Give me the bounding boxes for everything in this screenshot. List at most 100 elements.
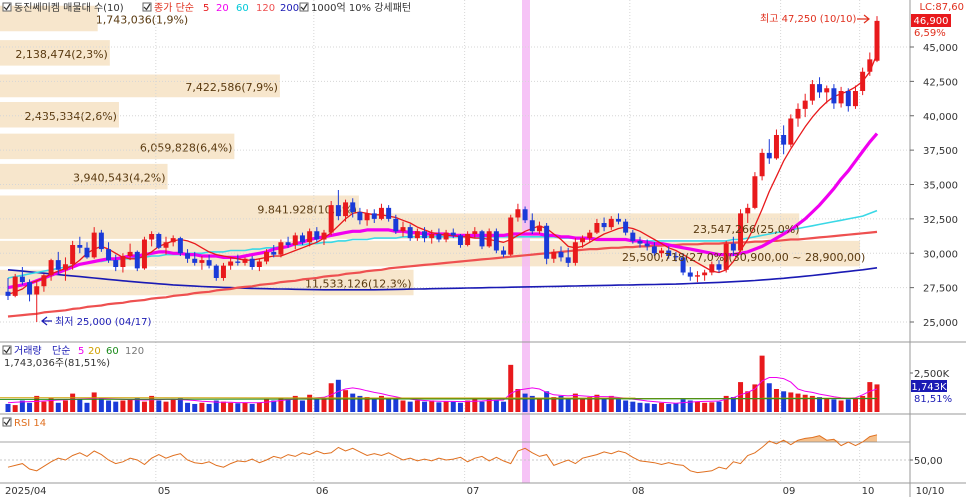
volume-last-value: 1,743,036주(81,51%) [4, 358, 110, 369]
price-axis: 45,000 42,500 40,000 37,500 35,000 32,500 30,0… [910, 43, 958, 329]
price-tick-label: 40,000 [923, 112, 958, 123]
candle-body [572, 242, 578, 263]
volume-bar [177, 398, 183, 412]
volume-bar [314, 399, 320, 412]
candle-body [781, 135, 787, 145]
volume-bar [62, 400, 68, 412]
candle-body [256, 261, 262, 267]
candle-body [752, 176, 758, 208]
candle-body [465, 234, 471, 245]
candle-body [285, 242, 291, 245]
volume-ma-60: 60 [106, 346, 119, 357]
candle-body [730, 243, 736, 251]
candle-body [637, 240, 643, 244]
volume-profile-label: 7,422,586(7,9%) [185, 81, 278, 94]
ma-legend-label: 종가 단순 [154, 2, 194, 14]
volume-bar [98, 398, 104, 412]
volume-bar [400, 400, 406, 412]
volume-badge-value: 1,743K [911, 382, 947, 393]
volume-bar [465, 400, 471, 412]
volume-bar [156, 400, 162, 412]
volume-bar [235, 403, 241, 412]
candle-body [170, 238, 176, 243]
candle-body [687, 272, 693, 277]
volume-bar [106, 400, 112, 412]
candle-body [479, 231, 485, 247]
candle-body [766, 152, 772, 159]
volume-bar [249, 403, 255, 412]
volume-bar [781, 391, 787, 412]
volume-bar [5, 403, 11, 412]
volume-profile-label: 3,940,543(4,2%) [73, 172, 166, 185]
candle-body [867, 59, 873, 72]
candle-body [27, 282, 33, 295]
candle-body [644, 243, 650, 247]
volume-badge-pct: 81,51% [914, 394, 952, 405]
volume-bar [867, 382, 873, 412]
candle-body [694, 275, 700, 277]
candle-body [702, 272, 708, 276]
volume-bar [501, 401, 507, 412]
candle-body [213, 265, 219, 278]
candle-body [386, 207, 392, 219]
price-tick-label: 25,000 [923, 318, 958, 329]
volume-bar [127, 399, 133, 412]
candle-body [321, 232, 327, 240]
current-change: 6,59% [914, 28, 946, 39]
ma-legend-20: 20 [216, 3, 229, 14]
candle-body [141, 239, 147, 269]
volume-bar [350, 393, 356, 412]
candle-body [335, 205, 341, 217]
candle-body [77, 245, 83, 248]
volume-bar [185, 402, 191, 412]
volume-bar [199, 402, 205, 412]
candle-body [501, 250, 507, 255]
volume-bar [34, 395, 40, 412]
pattern-legend-label: 1000억 10% 강세패턴 [311, 2, 411, 14]
candle-body [436, 234, 442, 240]
candle-body [429, 234, 435, 239]
candle-body [802, 100, 808, 109]
candle-body [98, 232, 104, 250]
volume-bar [515, 389, 521, 412]
volume-bar [824, 398, 830, 412]
price-tick-label: 42,500 [923, 77, 958, 88]
volume-bar [414, 400, 420, 412]
volume-bar [572, 393, 578, 412]
candle-body [12, 276, 18, 296]
volume-bar [457, 402, 463, 412]
candle-body [307, 231, 313, 243]
volume-bar [27, 402, 33, 412]
volume-bar [91, 392, 97, 412]
candle-body [163, 242, 169, 248]
volume-bar [759, 355, 765, 412]
volume-bar [659, 402, 665, 412]
candle-body [278, 242, 284, 255]
candle-body [860, 71, 866, 91]
volume-bar [206, 403, 212, 412]
volume-bar [580, 398, 586, 412]
price-tick-label: 45,000 [923, 43, 958, 54]
candle-body [824, 88, 830, 93]
candle-body [486, 231, 492, 247]
candle-body [41, 275, 47, 287]
volume-bar [730, 397, 736, 412]
candle-body [472, 231, 478, 234]
candle-body [831, 88, 837, 104]
price-tick-label: 27,500 [923, 284, 958, 295]
volume-bar [422, 401, 428, 412]
candle-body [5, 291, 11, 296]
rsi-overbought-fill [8, 434, 877, 442]
candle-body [206, 260, 212, 266]
volume-bar [831, 399, 837, 412]
volume-bar [623, 400, 629, 412]
candle-body [709, 264, 715, 273]
volume-bar [371, 398, 377, 412]
candle-body [400, 227, 406, 232]
volume-bar [817, 397, 823, 412]
volume-bar [429, 400, 435, 412]
volume-ma60-line [0, 398, 878, 400]
volume-bar [256, 402, 262, 412]
price-tick-label: 37,500 [923, 146, 958, 157]
candle-body [106, 249, 112, 261]
